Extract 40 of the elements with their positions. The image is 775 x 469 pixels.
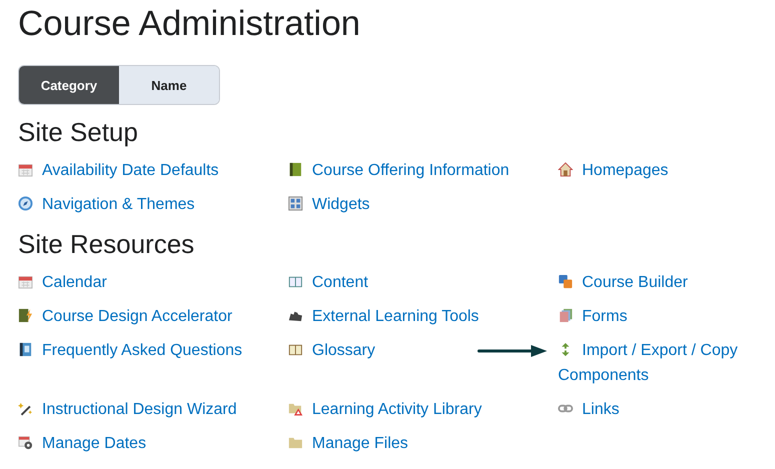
tool-link[interactable]: Homepages [558,158,758,183]
tool-link[interactable]: Manage Dates [18,431,288,456]
forms-icon [558,308,573,323]
view-toggle-button[interactable]: Name [119,66,219,104]
book-lightning-icon [18,308,33,323]
section-heading: Site Setup [18,116,138,149]
tool-link[interactable]: Frequently Asked Questions [18,338,288,363]
open-book-icon [288,342,303,357]
section-heading: Site Resources [18,228,194,261]
tool-link[interactable]: Forms [558,304,758,329]
tool-link[interactable]: Manage Files [288,431,558,456]
folder-icon [288,435,303,450]
tool-link[interactable]: Course Design Accelerator [18,304,288,329]
calendar-gear-icon [18,435,33,450]
tool-link[interactable]: Links [558,397,758,422]
tool-link[interactable]: External Learning Tools [288,304,558,329]
tool-link[interactable]: Course Builder [558,270,758,295]
calendar-icon [18,274,33,289]
question-book-icon [18,342,33,357]
tool-link[interactable]: Widgets [288,192,558,217]
page-title: Course Administration [18,3,360,45]
view-toggle-button[interactable]: Category [19,66,119,104]
tool-link[interactable]: Instructional Design Wizard [18,397,288,422]
widgets-icon [288,196,303,211]
tool-link[interactable]: Calendar [18,270,288,295]
magic-wand-icon [18,401,33,416]
cubes-icon [558,274,573,289]
tool-link[interactable]: Learning Activity Library [288,397,558,422]
tool-link[interactable]: Course Offering Information [288,158,558,183]
folder-warning-icon [288,401,303,416]
tool-link[interactable]: Import / Export / Copy Components [558,338,758,388]
tool-link[interactable]: Glossary [288,338,558,363]
tool-link[interactable]: Navigation & Themes [18,192,288,217]
compass-icon [18,196,33,211]
tool-link[interactable]: Availability Date Defaults [18,158,288,183]
open-book-icon [288,274,303,289]
tool-link[interactable]: Content [288,270,558,295]
calendar-icon [18,162,33,177]
book-icon [288,162,303,177]
house-icon [558,162,573,177]
